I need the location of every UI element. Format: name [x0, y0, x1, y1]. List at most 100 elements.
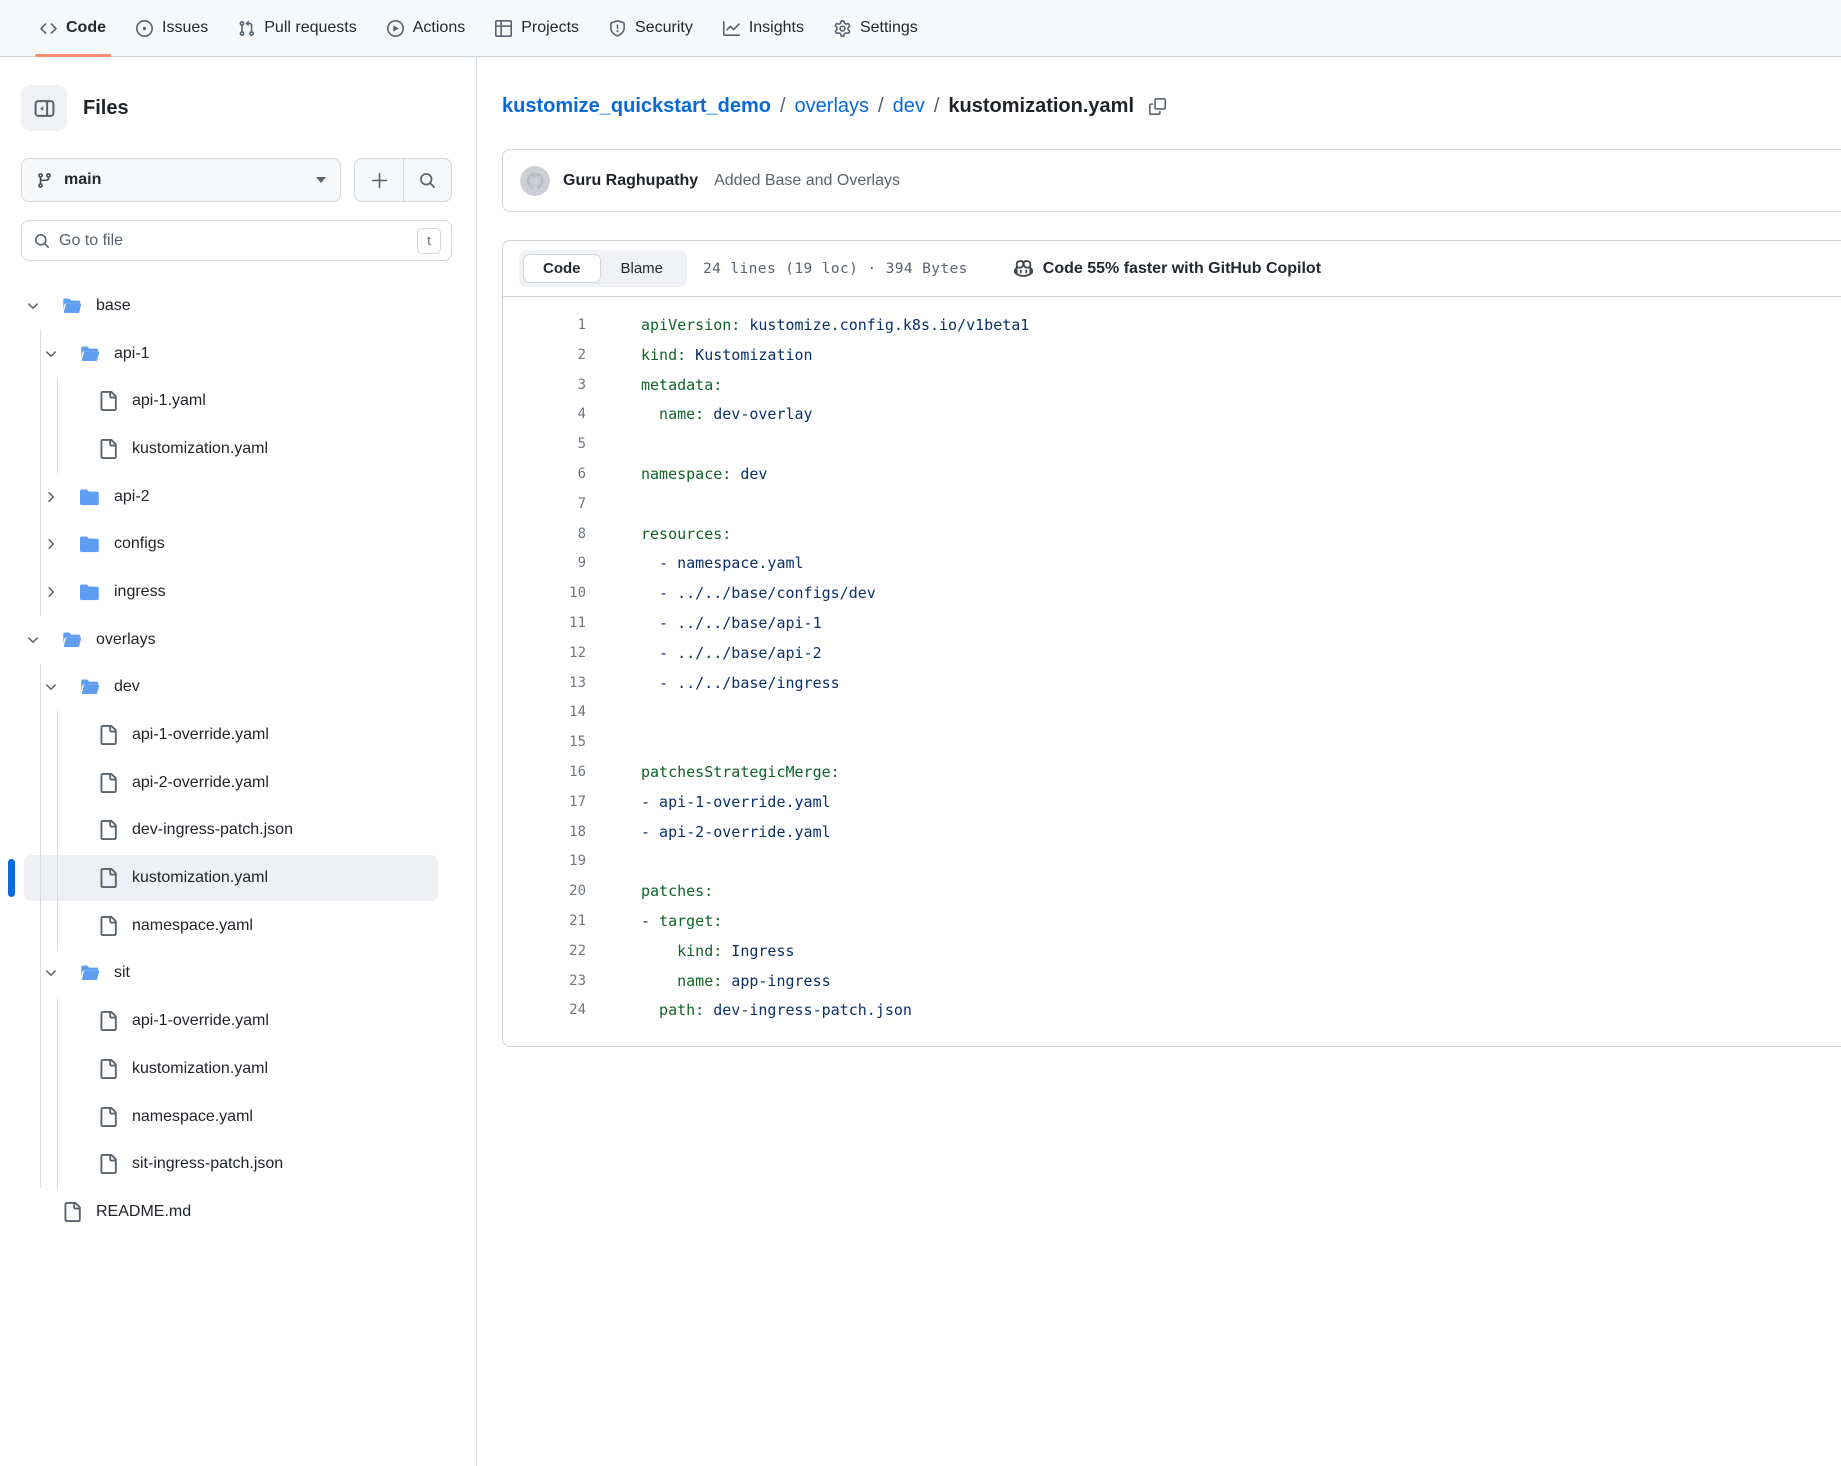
chevron-down-icon[interactable] [44, 347, 58, 361]
tree-item-configs[interactable]: configs [0, 520, 476, 568]
tab-settings[interactable]: Settings [819, 0, 933, 56]
tree-item-namespace.yaml[interactable]: namespace.yaml [0, 1093, 476, 1141]
tree-item-api-2[interactable]: api-2 [0, 473, 476, 521]
line-number[interactable]: 19 [503, 847, 586, 877]
chevron-down-icon[interactable] [44, 966, 58, 980]
tab-actions[interactable]: Actions [372, 0, 480, 56]
code-text: patches: [641, 877, 713, 907]
file-icon [62, 1202, 82, 1222]
line-number[interactable]: 4 [503, 400, 586, 430]
commit-author[interactable]: Guru Raghupathy [563, 172, 698, 190]
tree-item-label: api-1-override.yaml [132, 1012, 269, 1030]
indent-guide [57, 377, 58, 425]
tab-projects[interactable]: Projects [480, 0, 594, 56]
folder-icon [80, 534, 100, 554]
line-number[interactable]: 6 [503, 460, 586, 490]
tree-item-api-1-override.yaml[interactable]: api-1-override.yaml [0, 997, 476, 1045]
line-number[interactable]: 11 [503, 609, 586, 639]
chevron-down-icon[interactable] [26, 633, 40, 647]
tree-item-api-2-override.yaml[interactable]: api-2-override.yaml [0, 759, 476, 807]
code-line: 4 name: dev-overlay [503, 400, 1841, 430]
indent-guide [40, 520, 41, 568]
tree-item-dev[interactable]: dev [0, 664, 476, 712]
go-to-file-input[interactable] [59, 232, 408, 250]
tree-item-sit-ingress-patch.json[interactable]: sit-ingress-patch.json [0, 1140, 476, 1188]
code-text: kind: Kustomization [641, 341, 813, 371]
code-text: - api-1-override.yaml [641, 788, 831, 818]
copilot-banner-text: Code 55% faster with GitHub Copilot [1043, 260, 1321, 278]
file-icon [98, 868, 118, 888]
tab-insights[interactable]: Insights [708, 0, 819, 56]
line-number[interactable]: 23 [503, 967, 586, 997]
indent-guide [40, 1045, 41, 1093]
line-number[interactable]: 17 [503, 788, 586, 818]
tree-item-api-1-override.yaml[interactable]: api-1-override.yaml [0, 711, 476, 759]
chevron-right-icon[interactable] [44, 585, 58, 599]
tab-label: Settings [860, 19, 918, 37]
add-file-button[interactable] [355, 159, 403, 201]
tab-code[interactable]: Code [25, 0, 121, 56]
line-number[interactable]: 21 [503, 907, 586, 937]
avatar[interactable] [520, 166, 550, 196]
tree-item-namespace.yaml[interactable]: namespace.yaml [0, 902, 476, 950]
line-number[interactable]: 18 [503, 818, 586, 848]
copy-icon [1149, 98, 1166, 115]
line-number[interactable]: 1 [503, 311, 586, 341]
line-number[interactable]: 2 [503, 341, 586, 371]
tree-item-kustomization.yaml[interactable]: kustomization.yaml [0, 1045, 476, 1093]
tree-item-overlays[interactable]: overlays [0, 616, 476, 664]
folder-open-icon [80, 963, 100, 983]
tree-item-README.md[interactable]: README.md [0, 1188, 476, 1236]
tree-item-label: base [96, 297, 131, 315]
line-number[interactable]: 13 [503, 669, 586, 699]
tree-item-base[interactable]: base [0, 282, 476, 330]
chevron-down-icon[interactable] [44, 680, 58, 694]
indent-guide [57, 902, 58, 950]
tree-item-kustomization.yaml[interactable]: kustomization.yaml [0, 854, 476, 902]
line-number[interactable]: 10 [503, 579, 586, 609]
breadcrumb-folder-link[interactable]: dev [893, 95, 925, 118]
tree-item-api-1[interactable]: api-1 [0, 330, 476, 378]
breadcrumb-folder-link[interactable]: overlays [795, 95, 869, 118]
chevron-right-icon[interactable] [44, 490, 58, 504]
tree-item-sit[interactable]: sit [0, 950, 476, 998]
code-text: - ../../base/configs/dev [641, 579, 876, 609]
line-number[interactable]: 16 [503, 758, 586, 788]
breadcrumb-repo-link[interactable]: kustomize_quickstart_demo [502, 95, 771, 118]
collapse-sidebar-button[interactable] [21, 85, 67, 131]
line-number[interactable]: 14 [503, 698, 586, 728]
copilot-banner[interactable]: Code 55% faster with GitHub Copilot [1014, 259, 1321, 278]
line-number[interactable]: 20 [503, 877, 586, 907]
indent-guide [40, 425, 41, 473]
chevron-down-icon[interactable] [26, 299, 40, 313]
branch-selector[interactable]: main [21, 158, 341, 202]
tree-item-ingress[interactable]: ingress [0, 568, 476, 616]
tree-item-label: sit-ingress-patch.json [132, 1155, 283, 1173]
code-text: - ../../base/api-2 [641, 639, 822, 669]
indent-guide [57, 807, 58, 855]
code-text: namespace: dev [641, 460, 767, 490]
commit-message[interactable]: Added Base and Overlays [714, 172, 900, 190]
tree-item-api-1.yaml[interactable]: api-1.yaml [0, 377, 476, 425]
tab-blame-view[interactable]: Blame [601, 254, 684, 283]
line-number[interactable]: 24 [503, 996, 586, 1026]
search-tree-button[interactable] [403, 159, 451, 201]
line-number[interactable]: 7 [503, 490, 586, 520]
tab-pull-requests[interactable]: Pull requests [223, 0, 372, 56]
tab-code-view[interactable]: Code [523, 254, 601, 283]
chevron-right-icon[interactable] [44, 537, 58, 551]
tree-item-dev-ingress-patch.json[interactable]: dev-ingress-patch.json [0, 807, 476, 855]
tab-security[interactable]: Security [594, 0, 708, 56]
tree-item-kustomization.yaml[interactable]: kustomization.yaml [0, 425, 476, 473]
line-number[interactable]: 3 [503, 371, 586, 401]
line-number[interactable]: 5 [503, 430, 586, 460]
line-number[interactable]: 15 [503, 728, 586, 758]
code-text: - ../../base/ingress [641, 669, 840, 699]
tab-issues[interactable]: Issues [121, 0, 223, 56]
copy-path-button[interactable] [1149, 98, 1166, 115]
line-number[interactable]: 9 [503, 549, 586, 579]
line-number[interactable]: 12 [503, 639, 586, 669]
tab-label: Pull requests [264, 19, 357, 37]
line-number[interactable]: 8 [503, 520, 586, 550]
line-number[interactable]: 22 [503, 937, 586, 967]
